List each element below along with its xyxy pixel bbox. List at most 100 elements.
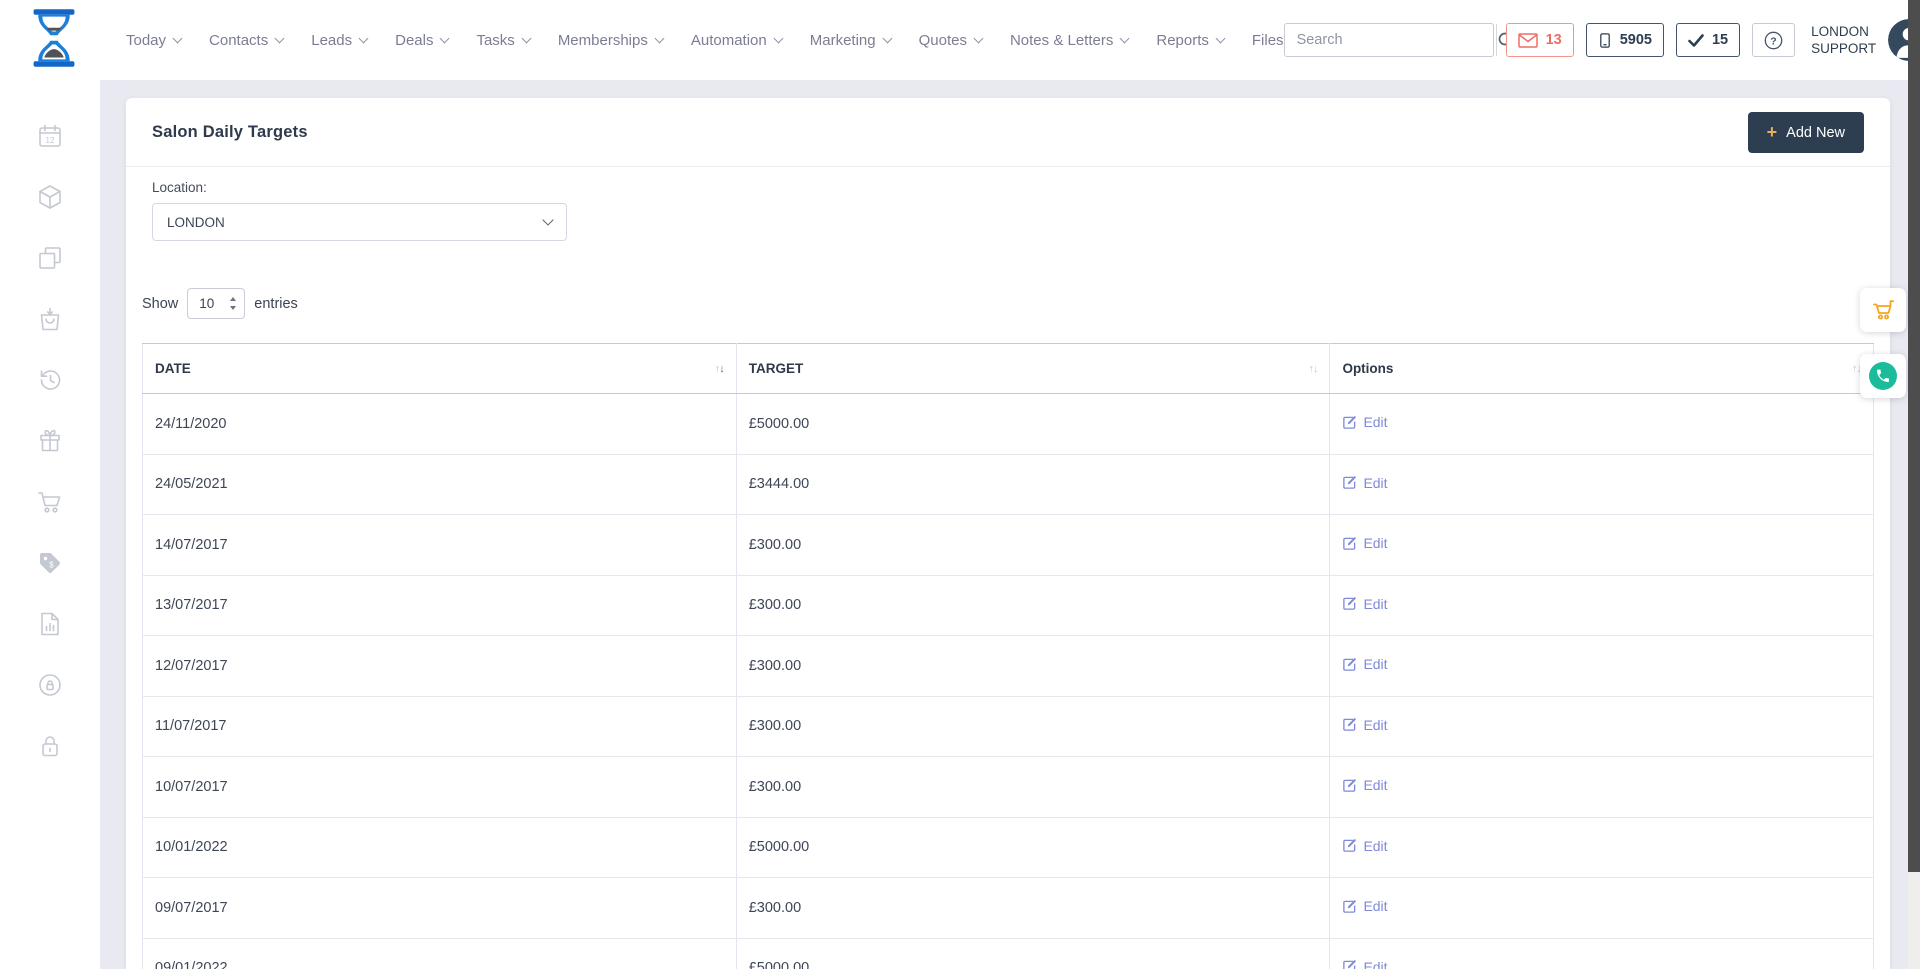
edit-link[interactable]: Edit (1342, 717, 1387, 733)
mail-count: 13 (1546, 32, 1562, 48)
page-size-select[interactable]: 10 (187, 288, 245, 319)
cart-orange-icon (1871, 298, 1895, 322)
sidebar-item-lock[interactable] (0, 715, 100, 776)
check-icon (1688, 34, 1704, 47)
options-cell: Edit (1330, 878, 1874, 939)
layers-icon (37, 245, 63, 271)
edit-label: Edit (1363, 777, 1387, 793)
tasks-done-badge[interactable]: 15 (1676, 23, 1740, 57)
date-cell: 10/07/2017 (143, 757, 737, 818)
nav-item-memberships[interactable]: Memberships (558, 32, 663, 49)
target-cell: £300.00 (736, 757, 1330, 818)
date-cell: 09/07/2017 (143, 878, 737, 939)
nav-item-quotes[interactable]: Quotes (919, 32, 982, 49)
date-cell: 11/07/2017 (143, 696, 737, 757)
edit-pencil-icon (1342, 959, 1357, 969)
edit-pencil-icon (1342, 657, 1357, 672)
target-cell: £300.00 (736, 515, 1330, 576)
nav-item-leads[interactable]: Leads (311, 32, 367, 49)
sidebar-item-package[interactable] (0, 166, 100, 227)
options-cell: Edit (1330, 817, 1874, 878)
edit-link[interactable]: Edit (1342, 475, 1387, 491)
sidebar-item-cart[interactable] (0, 471, 100, 532)
chevron-down-icon (773, 33, 783, 43)
edit-link[interactable]: Edit (1342, 596, 1387, 612)
edit-link[interactable]: Edit (1342, 535, 1387, 551)
sidebar-item-report[interactable] (0, 593, 100, 654)
edit-label: Edit (1363, 959, 1387, 969)
call-widget-button[interactable] (1860, 354, 1906, 398)
nav-label: Files (1252, 32, 1284, 49)
nav-item-tasks[interactable]: Tasks (476, 32, 529, 49)
nav-item-files[interactable]: Files (1252, 32, 1284, 49)
mail-badge[interactable]: 13 (1506, 23, 1574, 57)
phone-badge[interactable]: 5905 (1586, 23, 1664, 57)
sidebar-item-history[interactable] (0, 349, 100, 410)
column-header-date[interactable]: DATE↑↓ (143, 344, 737, 394)
table-row: 10/01/2022 £5000.00 Edit (143, 817, 1874, 878)
nav-label: Marketing (810, 32, 876, 49)
table-row: 09/07/2017 £300.00 Edit (143, 878, 1874, 939)
edit-link[interactable]: Edit (1342, 656, 1387, 672)
main-nav: Today Contacts Leads Deals Tasks Members… (126, 32, 1284, 49)
sidebar-item-account-privacy[interactable] (0, 654, 100, 715)
cart-widget-button[interactable] (1860, 288, 1906, 332)
nav-label: Reports (1156, 32, 1209, 49)
nav-item-deals[interactable]: Deals (395, 32, 448, 49)
phone-icon (1875, 368, 1891, 384)
card-header: Salon Daily Targets + Add New (126, 98, 1890, 167)
sidebar-item-layers[interactable] (0, 227, 100, 288)
page-title: Salon Daily Targets (152, 123, 308, 142)
search-input[interactable] (1285, 24, 1496, 56)
nav-item-contacts[interactable]: Contacts (209, 32, 283, 49)
targets-table: DATE↑↓ TARGET↑↓ Options↑↓ 24/11/2020 £50… (142, 343, 1874, 969)
gift-icon (37, 428, 63, 454)
help-badge[interactable]: ? (1752, 23, 1795, 57)
user-name-line1: LONDON (1811, 23, 1876, 40)
edit-label: Edit (1363, 717, 1387, 733)
user-name[interactable]: LONDON SUPPORT (1811, 23, 1876, 57)
nav-item-today[interactable]: Today (126, 32, 181, 49)
nav-item-reports[interactable]: Reports (1156, 32, 1224, 49)
main-content: Salon Daily Targets + Add New Location: … (100, 80, 1920, 969)
column-header-options[interactable]: Options↑↓ (1330, 344, 1874, 394)
target-cell: £3444.00 (736, 454, 1330, 515)
nav-label: Memberships (558, 32, 648, 49)
chevron-down-icon (1120, 33, 1130, 43)
search-box (1284, 23, 1494, 57)
chevron-down-icon (882, 33, 892, 43)
scrollbar-thumb[interactable] (1908, 0, 1920, 872)
edit-link[interactable]: Edit (1342, 898, 1387, 914)
location-select[interactable]: LONDON (152, 203, 567, 241)
sidebar-item-calendar[interactable]: 12 (0, 105, 100, 166)
nav-item-marketing[interactable]: Marketing (810, 32, 891, 49)
date-cell: 13/07/2017 (143, 575, 737, 636)
edit-link[interactable]: Edit (1342, 838, 1387, 854)
app-logo[interactable] (28, 8, 80, 73)
svg-text:?: ? (1770, 35, 1776, 47)
lock-icon (37, 733, 63, 759)
edit-link[interactable]: Edit (1342, 959, 1387, 969)
sidebar-item-price-tag[interactable]: $ (0, 532, 100, 593)
column-header-target[interactable]: TARGET↑↓ (736, 344, 1330, 394)
nav-label: Quotes (919, 32, 967, 49)
nav-item-automation[interactable]: Automation (691, 32, 782, 49)
sidebar-item-shopping-bag[interactable] (0, 288, 100, 349)
shopping-bag-icon (37, 306, 63, 332)
hourglass-logo-icon (28, 8, 80, 68)
chevron-down-icon (173, 33, 183, 43)
sidebar-item-gift[interactable] (0, 410, 100, 471)
nav-item-notes-letters[interactable]: Notes & Letters (1010, 32, 1128, 49)
edit-pencil-icon (1342, 415, 1357, 430)
options-cell: Edit (1330, 757, 1874, 818)
edit-link[interactable]: Edit (1342, 777, 1387, 793)
plus-icon: + (1767, 123, 1778, 141)
topbar: Today Contacts Leads Deals Tasks Members… (0, 0, 1920, 80)
page-size-select-wrap: 10 (187, 288, 245, 319)
edit-pencil-icon (1342, 536, 1357, 551)
sidebar: 12 (0, 80, 100, 969)
chevron-down-icon (275, 33, 285, 43)
add-new-button[interactable]: + Add New (1748, 112, 1864, 153)
edit-link[interactable]: Edit (1342, 414, 1387, 430)
target-cell: £5000.00 (736, 817, 1330, 878)
